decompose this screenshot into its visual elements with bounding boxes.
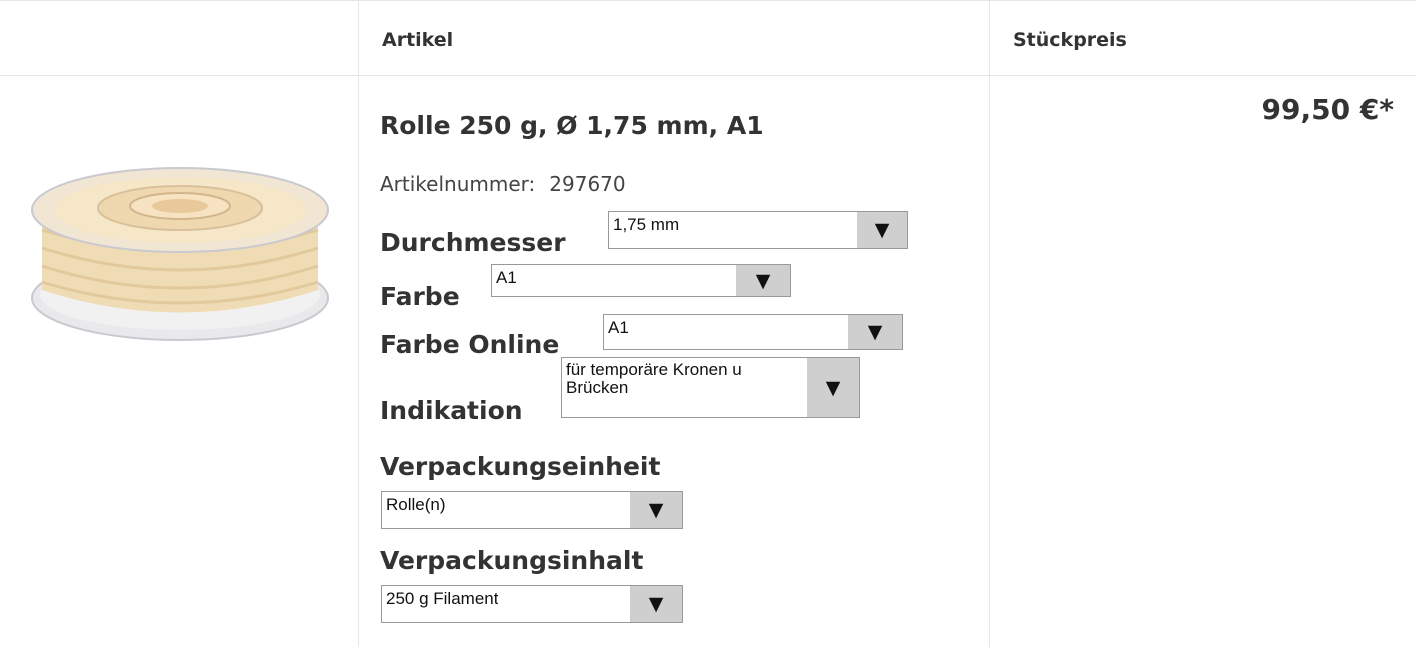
unit-price: 99,50 €* (1261, 93, 1394, 126)
farbe-select-value: A1 (496, 268, 517, 287)
durchmesser-select-value: 1,75 mm (613, 215, 680, 234)
indikation-select[interactable]: für temporäre Kronen u Brücken ▼ (561, 357, 860, 418)
farbe-label: Farbe (380, 282, 460, 311)
product-table: Artikel Stückpreis Rolle 250 g, Ø 1,75 m… (0, 0, 1416, 647)
verpackungsinhalt-label: Verpackungsinhalt (380, 546, 644, 575)
article-number-value: 297670 (549, 172, 626, 196)
header-unit-price: Stückpreis (1013, 29, 1127, 51)
verpackungsinhalt-select-value: 250 g Filament (386, 589, 499, 608)
verpackungseinheit-label: Verpackungseinheit (380, 452, 661, 481)
indikation-select-value: für temporäre Kronen u Brücken (566, 361, 742, 397)
durchmesser-select[interactable]: 1,75 mm ▼ (608, 211, 908, 249)
article-number: Artikelnummer: 297670 (380, 172, 626, 196)
verpackungseinheit-select[interactable]: Rolle(n) ▼ (381, 491, 683, 529)
row-divider (0, 0, 1416, 1)
triangle-down-icon: ▼ (807, 358, 859, 417)
row-divider (0, 75, 1416, 76)
triangle-down-icon: ▼ (630, 492, 682, 528)
triangle-down-icon: ▼ (848, 315, 902, 349)
triangle-down-icon: ▼ (857, 212, 907, 248)
verpackungseinheit-select-value: Rolle(n) (386, 495, 446, 514)
product-title[interactable]: Rolle 250 g, Ø 1,75 mm, A1 (380, 111, 764, 140)
farbe-online-label: Farbe Online (380, 330, 560, 359)
indikation-label: Indikation (380, 396, 523, 425)
column-divider (358, 0, 359, 647)
triangle-down-icon: ▼ (630, 586, 682, 622)
farbe-online-select[interactable]: A1 ▼ (603, 314, 903, 350)
farbe-select[interactable]: A1 ▼ (491, 264, 791, 297)
header-article: Artikel (382, 29, 454, 51)
article-number-label: Artikelnummer: (380, 172, 536, 196)
column-divider (989, 0, 990, 647)
farbe-online-select-value: A1 (608, 318, 629, 337)
durchmesser-label: Durchmesser (380, 228, 566, 257)
product-image[interactable] (30, 150, 330, 350)
triangle-down-icon: ▼ (736, 265, 790, 296)
verpackungsinhalt-select[interactable]: 250 g Filament ▼ (381, 585, 683, 623)
